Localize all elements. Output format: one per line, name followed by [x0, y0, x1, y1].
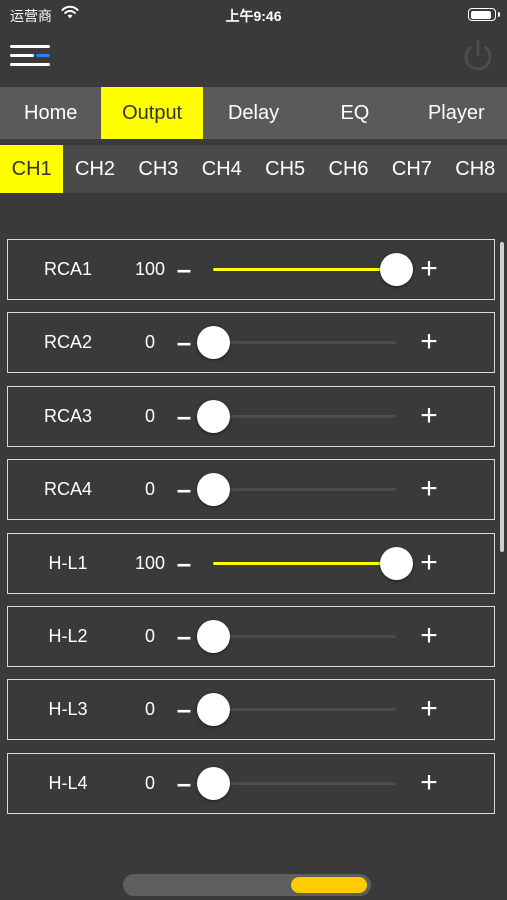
level-slider[interactable]	[213, 253, 413, 286]
slider-thumb[interactable]	[196, 326, 230, 360]
slider-fill	[213, 561, 396, 565]
tab-output[interactable]: Output	[101, 87, 203, 139]
output-label: RCA2	[43, 332, 92, 353]
scrollbar[interactable]	[500, 242, 504, 552]
channel-tab-ch5[interactable]: CH5	[254, 145, 317, 193]
menu-icon[interactable]	[8, 40, 52, 72]
page-indicator[interactable]	[123, 874, 371, 896]
menu-line	[10, 45, 50, 48]
slider-fill	[213, 268, 396, 271]
output-row: RCA2 0 – +	[7, 312, 495, 374]
increase-button[interactable]: +	[414, 754, 444, 812]
tab-home[interactable]: Home	[0, 87, 101, 139]
channel-tab-ch2[interactable]: CH2	[63, 145, 126, 193]
decrease-button[interactable]: –	[172, 460, 196, 518]
decrease-button[interactable]: –	[172, 240, 196, 298]
level-slider[interactable]	[196, 619, 396, 653]
output-row: RCA1 100 – +	[7, 239, 495, 300]
level-slider[interactable]	[213, 546, 413, 580]
output-label: H-L1	[48, 552, 88, 573]
menu-line	[10, 63, 50, 66]
decrease-button[interactable]: –	[172, 534, 196, 592]
output-row: H-L4 0 – +	[7, 752, 495, 814]
channel-tab-ch3[interactable]: CH3	[127, 145, 190, 193]
slider-thumb[interactable]	[379, 253, 413, 286]
menu-line	[10, 54, 34, 57]
output-label: RCA3	[43, 405, 92, 426]
level-slider[interactable]	[196, 326, 396, 360]
output-label: H-L4	[48, 772, 88, 793]
output-row: H-L3 0 – +	[7, 679, 495, 741]
channel-tab-ch1[interactable]: CH1	[0, 145, 64, 193]
output-label: H-L2	[48, 625, 88, 646]
output-row: H-L2 0 – +	[7, 605, 495, 667]
output-label: RCA1	[43, 259, 92, 279]
battery-fill	[470, 10, 491, 19]
tab-delay[interactable]: Delay	[203, 87, 304, 139]
increase-button[interactable]: +	[414, 240, 444, 298]
slider-thumb[interactable]	[196, 693, 230, 727]
page-indicator-active	[291, 877, 367, 893]
slider-thumb[interactable]	[196, 619, 230, 653]
tab-player[interactable]: Player	[406, 87, 507, 139]
output-label: RCA4	[43, 479, 92, 500]
main-tabs: Home Output Delay EQ Player	[0, 87, 507, 139]
channel-tab-ch8[interactable]: CH8	[444, 145, 507, 193]
power-icon[interactable]	[458, 36, 498, 76]
slider-thumb[interactable]	[196, 399, 230, 433]
output-row: RCA4 0 – +	[7, 459, 495, 521]
level-slider[interactable]	[196, 766, 396, 800]
decrease-button[interactable]: –	[172, 387, 196, 445]
output-list: RCA1 100 – + RCA2 0 – + RCA3 0 – + RCA4 …	[7, 239, 495, 826]
menu-line-accent	[36, 54, 50, 57]
slider-thumb[interactable]	[379, 546, 413, 580]
channel-tab-ch7[interactable]: CH7	[380, 145, 443, 193]
output-label: H-L3	[48, 699, 88, 720]
decrease-button[interactable]: –	[172, 754, 196, 812]
decrease-button[interactable]: –	[172, 680, 196, 738]
level-slider[interactable]	[196, 399, 396, 433]
decrease-button[interactable]: –	[172, 313, 196, 371]
increase-button[interactable]: +	[414, 460, 444, 518]
slider-thumb[interactable]	[196, 766, 230, 800]
decrease-button[interactable]: –	[172, 607, 196, 665]
status-time: 上午9:46	[225, 8, 282, 24]
channel-tab-ch6[interactable]: CH6	[317, 145, 380, 193]
increase-button[interactable]: +	[414, 534, 444, 592]
level-slider[interactable]	[196, 693, 396, 727]
status-bar: 运营商 上午9:46	[0, 0, 507, 30]
increase-button[interactable]: +	[414, 607, 444, 665]
output-row: H-L1 100 – +	[7, 532, 495, 594]
tab-eq[interactable]: EQ	[304, 87, 405, 139]
increase-button[interactable]: +	[414, 680, 444, 738]
level-slider[interactable]	[196, 473, 396, 507]
channel-tabs: CH1 CH2 CH3 CH4 CH5 CH6 CH7 CH8	[0, 145, 507, 193]
channel-tab-ch4[interactable]: CH4	[190, 145, 253, 193]
output-row: RCA3 0 – +	[7, 385, 495, 447]
increase-button[interactable]: +	[414, 313, 444, 371]
battery-icon	[468, 8, 500, 21]
slider-thumb[interactable]	[196, 473, 230, 507]
increase-button[interactable]: +	[414, 387, 444, 445]
